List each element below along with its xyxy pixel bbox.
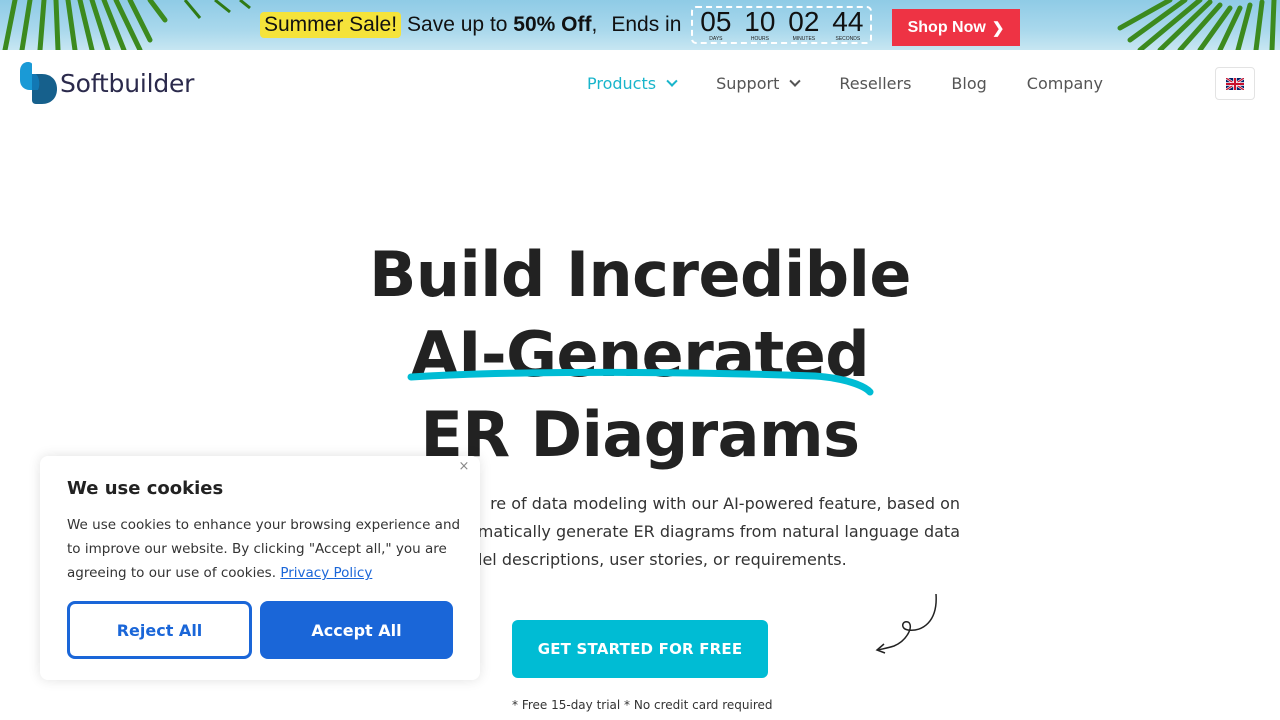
logo[interactable]: Softbuilder xyxy=(20,60,194,106)
sale-tag: Summer Sale! xyxy=(260,12,402,38)
privacy-policy-link[interactable]: Privacy Policy xyxy=(280,565,372,581)
nav-resellers[interactable]: Resellers xyxy=(839,74,911,93)
chevron-down-icon xyxy=(789,75,802,87)
countdown-minutes: 02 MINUTES xyxy=(788,6,820,43)
chevron-right-icon: ❯ xyxy=(991,19,1005,37)
nav-support[interactable]: Support xyxy=(716,74,802,93)
hero-title: Build Incredible AI-Generated ER Diagram… xyxy=(0,235,1280,475)
language-selector[interactable] xyxy=(1215,67,1255,100)
promo-text: Save up to 50% Off, xyxy=(407,13,598,36)
chevron-down-icon xyxy=(666,75,678,87)
get-started-button[interactable]: GET STARTED FOR FREE xyxy=(512,620,768,678)
countdown-timer: 05 DAYS 10 HOURS 02 MINUTES 44 SECONDS xyxy=(691,6,873,44)
promo-banner: Summer Sale! Save up to 50% Off, Ends in… xyxy=(0,0,1280,50)
nav-products[interactable]: Products xyxy=(587,74,678,93)
palm-leaf-left-decoration xyxy=(2,0,251,50)
shop-now-button[interactable]: Shop Now ❯ xyxy=(892,9,1020,46)
palm-leaf-right-decoration xyxy=(1117,0,1277,50)
reject-all-button[interactable]: Reject All xyxy=(67,601,252,659)
cookie-consent-popup: × We use cookies We use cookies to enhan… xyxy=(40,456,480,680)
cookie-title: We use cookies xyxy=(67,478,224,499)
close-icon[interactable]: × xyxy=(456,458,472,474)
countdown-hours: 10 HOURS xyxy=(744,6,776,43)
nav-company[interactable]: Company xyxy=(1027,74,1103,93)
ends-in-label: Ends in xyxy=(611,13,682,36)
countdown-seconds: 44 SECONDS xyxy=(832,6,864,43)
logo-text: Softbuilder xyxy=(60,68,195,98)
hero-title-line-1: Build Incredible xyxy=(369,238,911,311)
curly-arrow-decoration xyxy=(875,593,937,654)
softbuilder-logo-icon xyxy=(20,62,57,104)
main-nav: Products Support Resellers Blog Company xyxy=(587,74,1143,93)
countdown-days: 05 DAYS xyxy=(700,6,732,43)
trial-note: * Free 15-day trial * No credit card req… xyxy=(512,698,773,712)
promo-message: Summer Sale! Save up to 50% Off, Ends in… xyxy=(260,6,873,44)
nav-blog[interactable]: Blog xyxy=(951,74,986,93)
brush-underline-decoration xyxy=(407,368,874,396)
site-header: Softbuilder Products Support Resellers B… xyxy=(0,50,1280,118)
uk-flag-icon xyxy=(1226,77,1244,90)
discount-amount: 50% Off xyxy=(513,13,592,36)
cookie-message: We use cookies to enhance your browsing … xyxy=(67,517,461,581)
accept-all-button[interactable]: Accept All xyxy=(260,601,453,659)
